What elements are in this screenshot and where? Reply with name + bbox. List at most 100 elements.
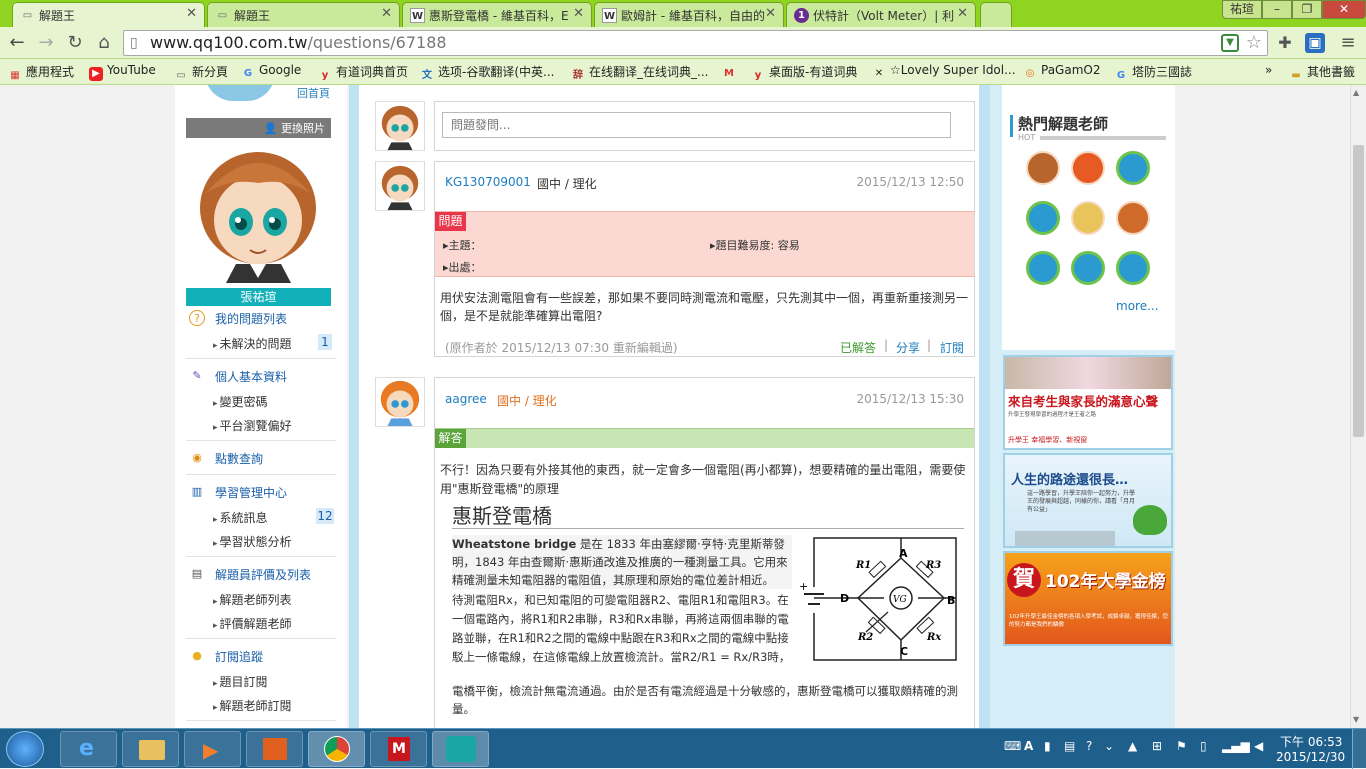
reload-icon[interactable]: ↻	[63, 31, 87, 55]
menu-rate-solvers[interactable]: 評價解題老師	[213, 615, 292, 632]
teacher-avatar[interactable]	[1071, 251, 1105, 285]
home-link[interactable]: 回首頁	[297, 85, 330, 101]
menu-learning-analysis[interactable]: 學習狀態分析	[213, 533, 292, 550]
menu-icon[interactable]: ≡	[1336, 31, 1360, 55]
menu-solver-list[interactable]: 解題老師列表	[213, 591, 292, 608]
bookmark-youdao-desktop[interactable]: y 桌面版-有道词典	[751, 63, 858, 83]
tray-windows-flag-icon[interactable]: ⊞	[1152, 739, 1162, 753]
forward-arrow-icon[interactable]: →	[34, 31, 58, 55]
bookmark-pagamo[interactable]: ◎ PaGamO2	[1023, 63, 1101, 81]
teacher-avatar[interactable]	[1116, 201, 1150, 235]
tray-network-icon[interactable]: ▂▄▆	[1222, 739, 1250, 753]
tray-keyboard-icon[interactable]: ▤	[1064, 739, 1075, 753]
teacher-avatar[interactable]	[1026, 151, 1060, 185]
internet-explorer-button[interactable]: e	[60, 731, 117, 767]
asker-username-link[interactable]: KG130709001	[445, 175, 531, 189]
clock-time[interactable]: 下午 06:53	[1280, 733, 1342, 750]
tab-4[interactable]: 1 伏特計（Volt Meter）| 利 ✕	[786, 2, 976, 27]
bookmark-other-folder[interactable]: ▬ 其他書籤	[1289, 63, 1355, 83]
menu-unsolved-questions[interactable]: 未解決的問題	[213, 335, 292, 352]
menu-subscriptions[interactable]: ● 訂閱追蹤	[189, 648, 263, 665]
teacher-avatar[interactable]	[1071, 151, 1105, 185]
address-bar[interactable]: ▯ www.qq100.com.tw/questions/67188 ▼ ☆	[123, 30, 1268, 56]
media-player-button[interactable]: ▶	[184, 731, 241, 767]
star-icon[interactable]: ☆	[1246, 31, 1262, 55]
life-journey-banner[interactable]: 人生的路途還很長… 這一路學習，升學王陪你一起努力，升學王的發展與超越，同樣的你…	[1003, 453, 1173, 548]
close-tab-icon[interactable]: ✕	[186, 6, 197, 21]
menu-question-subscriptions[interactable]: 題目訂閱	[213, 673, 268, 690]
back-arrow-icon[interactable]: ←	[5, 31, 29, 55]
close-window-button[interactable]: ✕	[1322, 0, 1366, 19]
close-tab-icon[interactable]: ✕	[381, 6, 392, 21]
menu-browse-preferences[interactable]: 平台瀏覽偏好	[213, 417, 292, 434]
explorer-button[interactable]	[122, 731, 179, 767]
close-tab-icon[interactable]: ✕	[573, 6, 584, 21]
menu-change-password[interactable]: 變更密碼	[213, 393, 268, 410]
tray-action-center-icon[interactable]: ⚑	[1176, 739, 1187, 753]
show-desktop-button[interactable]	[1352, 729, 1366, 769]
bookmark-tower-defense[interactable]: G 塔防三國誌	[1114, 63, 1192, 83]
bookmark-gmail[interactable]: M	[722, 63, 740, 81]
site-logo[interactable]	[205, 85, 275, 101]
bookmark-google-translate[interactable]: 文选项-谷歌翻译(中英...	[420, 63, 554, 83]
more-teachers-link[interactable]: more...	[1116, 299, 1159, 313]
scroll-up-arrow-icon[interactable]: ▲	[1353, 88, 1359, 97]
change-photo-button[interactable]: 👤 更換照片	[186, 118, 331, 138]
asker-avatar[interactable]	[375, 161, 425, 211]
clock-date[interactable]: 2015/12/30	[1276, 750, 1345, 764]
mcafee-button[interactable]: M	[370, 731, 427, 767]
bookmarks-overflow-chevron[interactable]: »	[1265, 63, 1272, 77]
minimize-button[interactable]: –	[1262, 0, 1292, 19]
bookmark-youtube[interactable]: ▶ YouTube	[89, 63, 156, 81]
bookmark-new-tab[interactable]: ▭ 新分頁	[174, 63, 228, 83]
teacher-avatar[interactable]	[1026, 201, 1060, 235]
office-button[interactable]	[246, 731, 303, 767]
menu-profile[interactable]: ✎ 個人基本資料	[189, 368, 287, 385]
close-tab-icon[interactable]: ✕	[957, 6, 968, 21]
teacher-avatar[interactable]	[1071, 201, 1105, 235]
menu-points[interactable]: ◉ 點數查詢	[189, 450, 263, 467]
tray-show-hidden-icon[interactable]: ▲	[1128, 739, 1137, 753]
ask-question-input[interactable]	[442, 112, 951, 138]
answerer-avatar[interactable]	[375, 377, 425, 427]
tray-power-icon[interactable]: ▯	[1200, 739, 1207, 753]
tab-2[interactable]: W 惠斯登電橋 - 維基百科，E ✕	[402, 2, 592, 27]
tray-help-icon[interactable]: ?	[1086, 739, 1092, 753]
restore-button[interactable]: ❐	[1292, 0, 1322, 19]
tab-0[interactable]: ▭ 解題王 ✕	[12, 2, 205, 27]
extension-puzzle-icon[interactable]: ✚	[1273, 31, 1297, 55]
teacher-avatar[interactable]	[1116, 251, 1150, 285]
chrome-button[interactable]	[308, 731, 365, 767]
qq100-app-button[interactable]	[432, 731, 489, 767]
start-button[interactable]	[6, 731, 44, 767]
teacher-avatar[interactable]	[1116, 151, 1150, 185]
scrollbar-thumb[interactable]	[1353, 145, 1364, 437]
share-link[interactable]: 分享	[896, 339, 920, 356]
menu-learning-center[interactable]: ▥ 學習管理中心	[189, 484, 287, 501]
bookmark-google[interactable]: G Google	[241, 63, 301, 81]
subscribe-link[interactable]: 訂閱	[940, 339, 964, 356]
bookmark-online-translate[interactable]: 辞在线翻译_在线词典_...	[571, 63, 708, 83]
menu-solver-subscriptions[interactable]: 解題老師訂閱	[213, 697, 292, 714]
page-scrollbar[interactable]: ▲ ▼	[1350, 85, 1366, 728]
answered-status-link[interactable]: 已解答	[840, 339, 876, 356]
close-tab-icon[interactable]: ✕	[765, 6, 776, 21]
honor-roll-banner[interactable]: 賀 102年大學金榜 102年升學王最佳金榜的各項入學考試，成績卓越，獲得佳績，…	[1003, 551, 1173, 646]
menu-solver-ratings[interactable]: ▤ 解題員評價及列表	[189, 566, 311, 583]
bookmark-idol[interactable]: ✕ ☆Lovely Super Idol...	[872, 63, 1016, 81]
tray-window-icon[interactable]: ▮	[1044, 739, 1051, 753]
tray-volume-icon[interactable]: ◀	[1254, 739, 1263, 753]
teacher-avatar[interactable]	[1026, 251, 1060, 285]
tray-ime-icon[interactable]: ⌨	[1004, 739, 1021, 753]
answerer-username-link[interactable]: aagree	[445, 392, 487, 406]
testimonial-banner[interactable]: 來自考生與家長的滿意心聲 升學王發現學習的過程才是王者之路 升學王 幸福學習、新…	[1003, 355, 1173, 450]
tab-3[interactable]: W 歐姆計 - 維基百科，自由的 ✕	[594, 2, 784, 27]
tray-font-icon[interactable]: A	[1024, 739, 1033, 753]
new-tab-button[interactable]	[980, 2, 1012, 27]
extension-badge-icon[interactable]: ▣	[1305, 33, 1325, 53]
profile-button[interactable]: 祐瑄	[1222, 0, 1262, 19]
tab-1[interactable]: ▭ 解題王 ✕	[207, 2, 400, 27]
shield-icon[interactable]: ▼	[1221, 34, 1239, 52]
bookmark-youdao[interactable]: y 有道词典首页	[318, 63, 408, 83]
bookmark-apps[interactable]: ▦ 應用程式	[8, 63, 74, 83]
